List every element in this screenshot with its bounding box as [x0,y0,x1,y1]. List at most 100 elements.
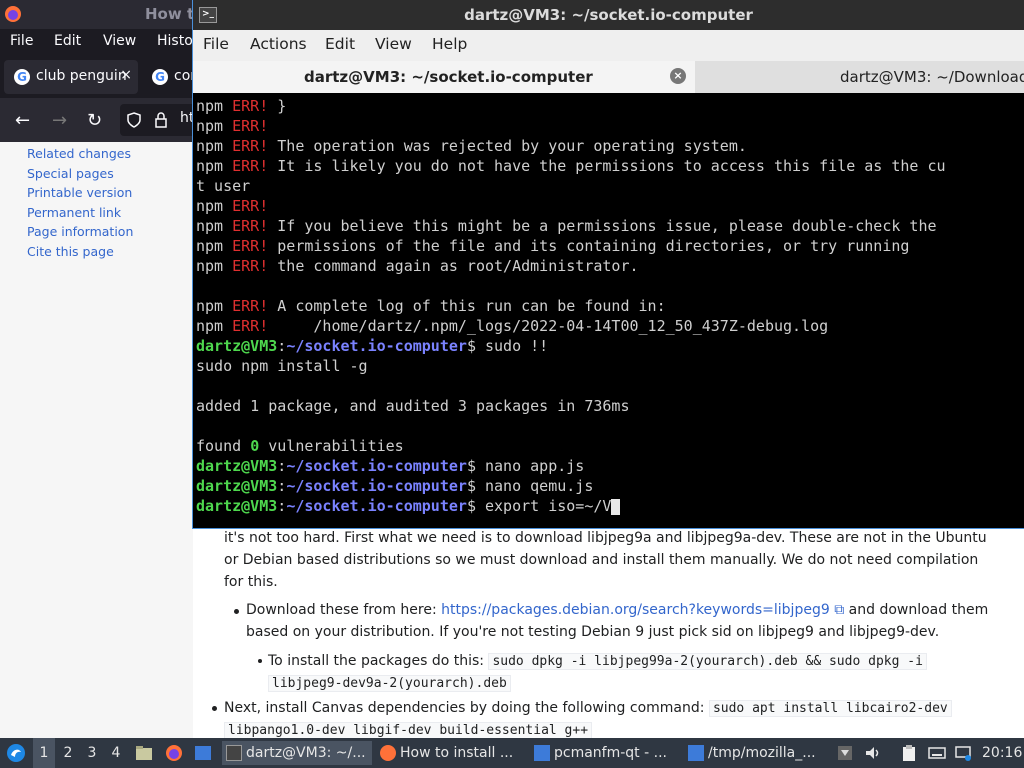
terminal-line: npm ERR! } [196,97,287,115]
browser-menu-file[interactable]: File [10,33,33,49]
wiki-link-cite-this-page[interactable]: Cite this page [27,244,114,259]
terminal-line: npm ERR! /home/dartz/.npm/_logs/2022-04-… [196,317,829,335]
terminal-title-bar[interactable]: >_ dartz@VM3: ~/socket.io-computer [193,0,1024,30]
tab-close-icon[interactable]: × [120,67,132,83]
terminal-tab-label: dartz@VM3: ~/Downloads [840,68,1024,86]
terminal-menu-edit[interactable]: Edit [325,35,355,53]
browser-tab-label: club penguin [36,68,127,84]
code-snippet: sudo dpkg -i libjpeg99a-2(yourarch).deb … [488,653,927,670]
terminal-tab-label: dartz@VM3: ~/socket.io-computer [304,68,593,86]
wiki-link-printable-version[interactable]: Printable version [27,185,132,200]
bullet [258,659,262,663]
browser-menu-history[interactable]: Histo [157,33,193,49]
external-link-icon: ⧉ [829,602,845,618]
terminal-menu-bar: File Actions Edit View Help [193,30,1024,61]
terminal-menu-view[interactable]: View [375,35,412,53]
workspace-2[interactable]: 2 [57,738,79,768]
network-icon[interactable] [954,744,972,762]
task-terminal[interactable]: dartz@VM3: ~/... [222,741,372,765]
browser-menu-view[interactable]: View [103,33,136,49]
tab-close-icon[interactable]: × [670,68,686,84]
window-launcher-icon[interactable] [194,744,212,762]
wiki-link-page-information[interactable]: Page information [27,224,133,239]
terminal-window: >_ dartz@VM3: ~/socket.io-computer File … [193,0,1024,528]
bullet [212,706,217,711]
terminal-icon [226,745,242,761]
terminal-prompt-line: dartz@VM3:~/socket.io-computer$ nano qem… [196,477,594,495]
terminal-menu-help[interactable]: Help [432,35,467,53]
wiki-text: Download these from here: [246,602,442,618]
wiki-paragraph-line: or Debian based distributions so we must… [224,552,979,568]
workspace-1[interactable]: 1 [33,738,55,768]
tray-app-icon[interactable] [836,744,854,762]
terminal-line: npm ERR! The operation was rejected by y… [196,137,747,155]
wiki-bullet-canvas: Next, install Canvas dependencies by doi… [224,697,952,720]
task-label: How to install ... [400,745,514,761]
wiki-content: it's not too hard. First what we need is… [193,528,1024,739]
terminal-line: found 0 vulnerabilities [196,437,404,455]
code-snippet: libjpeg9-dev9a-2(yourarch).deb [268,675,511,692]
folder-icon [534,745,550,761]
clock[interactable]: 20:16 [982,738,1022,768]
task-tmp-folder[interactable]: /tmp/mozilla_... [684,741,830,765]
wiki-text: and download them [844,602,989,618]
terminal-line: npm ERR! [196,117,269,135]
reload-icon[interactable]: ↻ [87,110,102,131]
terminal-cursor [611,498,621,515]
volume-icon[interactable] [864,744,882,762]
firefox-icon [380,745,396,761]
task-browser[interactable]: How to install ... [376,741,526,765]
firefox-launcher-icon[interactable] [165,744,183,762]
terminal-line: npm ERR! It is likely you do not have th… [196,157,946,175]
wiki-sidebar: Related changes Special pages Printable … [0,142,193,738]
task-file-manager[interactable]: pcmanfm-qt - ... [530,741,680,765]
terminal-output[interactable]: npm ERR! } npm ERR! npm ERR! The operati… [193,93,1024,526]
wiki-link-permanent-link[interactable]: Permanent link [27,205,121,220]
lock-icon[interactable] [154,112,168,128]
terminal-line: t user [196,177,251,195]
terminal-menu-actions[interactable]: Actions [250,35,307,53]
wiki-text: To install the packages do this: [268,653,489,669]
wiki-bullet-install: To install the packages do this: sudo dp… [268,650,927,673]
wiki-text: Next, install Canvas dependencies by doi… [224,700,709,716]
wiki-link-related-changes[interactable]: Related changes [27,146,131,161]
clipboard-icon[interactable] [900,744,918,762]
terminal-tab-downloads[interactable]: dartz@VM3: ~/Downloads [696,61,1024,93]
terminal-tab-strip: dartz@VM3: ~/socket.io-computer × dartz@… [193,61,1024,93]
debian-packages-link[interactable]: https://packages.debian.org/search?keywo… [441,602,830,618]
forward-arrow-icon[interactable]: → [52,110,67,131]
terminal-tab-socket-io[interactable]: dartz@VM3: ~/socket.io-computer × [193,61,695,93]
wiki-paragraph-line: it's not too hard. First what we need is… [224,530,987,546]
terminal-prompt-line: dartz@VM3:~/socket.io-computer$ nano app… [196,457,585,475]
workspace-3[interactable]: 3 [81,738,103,768]
terminal-line: added 1 package, and audited 3 packages … [196,397,630,415]
file-manager-launcher-icon[interactable] [135,744,153,762]
terminal-menu-file[interactable]: File [203,35,229,53]
back-arrow-icon[interactable]: ← [15,110,30,131]
taskbar: 1 2 3 4 dartz@VM3: ~/... How to install … [0,738,1024,768]
browser-menu-edit[interactable]: Edit [54,33,81,49]
browser-tab-club-penguin[interactable]: G club penguin × [4,60,138,94]
workspace-4[interactable]: 4 [105,738,127,768]
keyboard-icon[interactable] [928,744,946,762]
wiki-paragraph-line: for this. [224,574,278,590]
google-icon: G [14,69,30,85]
shield-icon[interactable] [126,112,142,128]
wiki-bullet-line: based on your distribution. If you're no… [246,624,940,640]
wiki-link-special-pages[interactable]: Special pages [27,166,114,181]
bullet [234,609,239,614]
terminal-prompt-line: dartz@VM3:~/socket.io-computer$ sudo !! [196,337,549,355]
google-icon: G [152,69,168,85]
browser-window-title: How t [145,5,195,23]
terminal-line: npm ERR! A complete log of this run can … [196,297,666,315]
url-bar[interactable]: ht [120,104,200,136]
firefox-icon [5,6,21,22]
terminal-line: npm ERR! If you believe this might be a … [196,217,937,235]
wiki-bullet-line: libjpeg9-dev9a-2(yourarch).deb [268,672,511,695]
code-snippet: libpango1.0-dev libgif-dev build-essenti… [224,722,593,739]
browser-tab-second[interactable]: G cor [142,60,196,94]
terminal-line: npm ERR! the command again as root/Admin… [196,257,639,275]
start-menu-icon[interactable] [6,743,26,763]
folder-icon [688,745,704,761]
terminal-line: npm ERR! [196,197,269,215]
